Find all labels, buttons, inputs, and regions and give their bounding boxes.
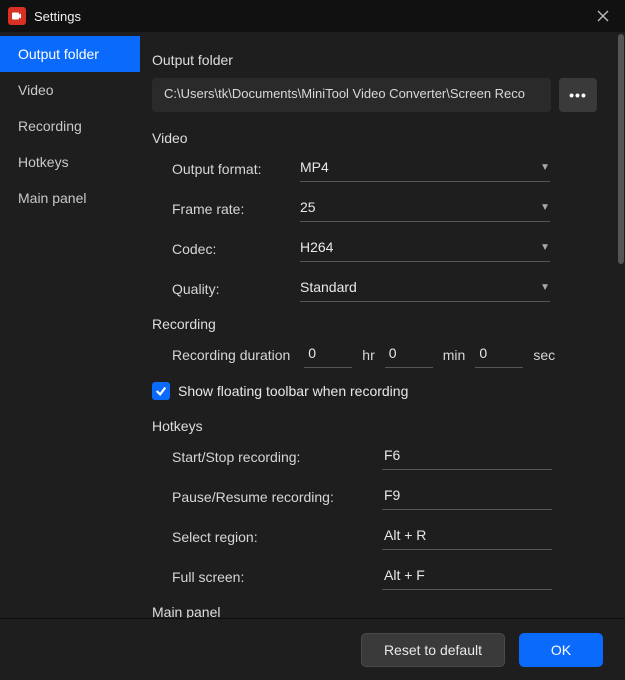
close-button[interactable] xyxy=(589,2,617,30)
settings-window: Settings Output folder Video Recording H… xyxy=(0,0,625,680)
duration-hr-input[interactable] xyxy=(304,342,352,368)
duration-sec-input[interactable] xyxy=(475,342,523,368)
frame-rate-select[interactable]: 25 ▼ xyxy=(300,196,550,222)
codec-label: Codec: xyxy=(172,241,300,257)
recording-heading: Recording xyxy=(152,316,597,332)
hotkey-startstop-field[interactable]: F6 xyxy=(382,444,552,470)
hotkeys-heading: Hotkeys xyxy=(152,418,597,434)
chevron-down-icon: ▼ xyxy=(540,242,550,253)
duration-min-input[interactable] xyxy=(385,342,433,368)
output-format-label: Output format: xyxy=(172,161,300,177)
hotkey-selectregion-field[interactable]: Alt + R xyxy=(382,524,552,550)
output-folder-row: C:\Users\tk\Documents\MiniTool Video Con… xyxy=(152,78,597,112)
recording-duration-label: Recording duration xyxy=(172,347,290,363)
min-unit: min xyxy=(443,347,466,363)
output-folder-path[interactable]: C:\Users\tk\Documents\MiniTool Video Con… xyxy=(152,78,551,112)
content-area[interactable]: Output folder C:\Users\tk\Documents\Mini… xyxy=(140,32,617,618)
ellipsis-icon: ••• xyxy=(569,87,587,103)
reset-to-default-button[interactable]: Reset to default xyxy=(361,633,505,667)
sidebar-item-hotkeys[interactable]: Hotkeys xyxy=(0,144,140,180)
floating-toolbar-label: Show floating toolbar when recording xyxy=(178,383,408,399)
sidebar-item-main-panel[interactable]: Main panel xyxy=(0,180,140,216)
output-format-select[interactable]: MP4 ▼ xyxy=(300,156,550,182)
hotkey-pauseresume-field[interactable]: F9 xyxy=(382,484,552,510)
recording-duration-row: Recording duration hr min sec xyxy=(152,342,597,368)
window-title: Settings xyxy=(34,9,81,24)
quality-select[interactable]: Standard ▼ xyxy=(300,276,550,302)
video-heading: Video xyxy=(152,130,597,146)
hotkey-pauseresume-label: Pause/Resume recording: xyxy=(172,489,382,505)
titlebar: Settings xyxy=(0,0,625,32)
codec-select[interactable]: H264 ▼ xyxy=(300,236,550,262)
hotkey-selectregion-label: Select region: xyxy=(172,529,382,545)
ok-button[interactable]: OK xyxy=(519,633,603,667)
hr-unit: hr xyxy=(362,347,374,363)
check-icon xyxy=(155,385,167,397)
hotkey-fullscreen-label: Full screen: xyxy=(172,569,382,585)
frame-rate-label: Frame rate: xyxy=(172,201,300,217)
browse-button[interactable]: ••• xyxy=(559,78,597,112)
chevron-down-icon: ▼ xyxy=(540,282,550,293)
hotkey-startstop-label: Start/Stop recording: xyxy=(172,449,382,465)
sidebar-item-video[interactable]: Video xyxy=(0,72,140,108)
quality-label: Quality: xyxy=(172,281,300,297)
output-folder-heading: Output folder xyxy=(152,52,597,68)
close-icon xyxy=(597,10,609,22)
sec-unit: sec xyxy=(533,347,555,363)
app-icon xyxy=(8,7,26,25)
hotkey-fullscreen-field[interactable]: Alt + F xyxy=(382,564,552,590)
floating-toolbar-row: Show floating toolbar when recording xyxy=(152,382,597,400)
scrollbar[interactable] xyxy=(617,32,625,618)
sidebar: Output folder Video Recording Hotkeys Ma… xyxy=(0,32,140,618)
chevron-down-icon: ▼ xyxy=(540,162,550,173)
chevron-down-icon: ▼ xyxy=(540,202,550,213)
window-body: Output folder Video Recording Hotkeys Ma… xyxy=(0,32,625,618)
main-panel-heading: Main panel xyxy=(152,604,597,618)
scrollbar-thumb[interactable] xyxy=(618,34,624,264)
floating-toolbar-checkbox[interactable] xyxy=(152,382,170,400)
footer: Reset to default OK xyxy=(0,618,625,680)
sidebar-item-recording[interactable]: Recording xyxy=(0,108,140,144)
sidebar-item-output-folder[interactable]: Output folder xyxy=(0,36,140,72)
